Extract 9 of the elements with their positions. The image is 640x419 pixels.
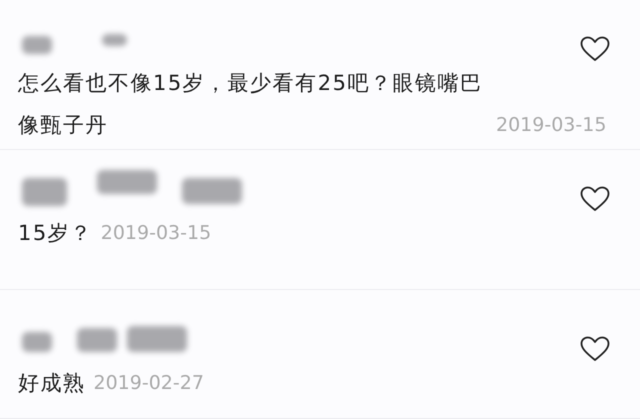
- comment-date: 2019-03-15: [100, 221, 212, 246]
- comment-date: 2019-02-27: [94, 371, 204, 396]
- comment-date: 2019-03-15: [496, 113, 606, 138]
- heart-icon[interactable]: [580, 336, 610, 362]
- heart-icon[interactable]: [580, 186, 610, 212]
- comment-text: 好成熟: [18, 370, 86, 397]
- comment-text: 15岁？: [18, 220, 93, 247]
- comment-text: 怎么看也不像15岁，最少看有25吧？眼镜嘴巴像甄子丹: [18, 70, 484, 139]
- heart-icon[interactable]: [580, 36, 610, 62]
